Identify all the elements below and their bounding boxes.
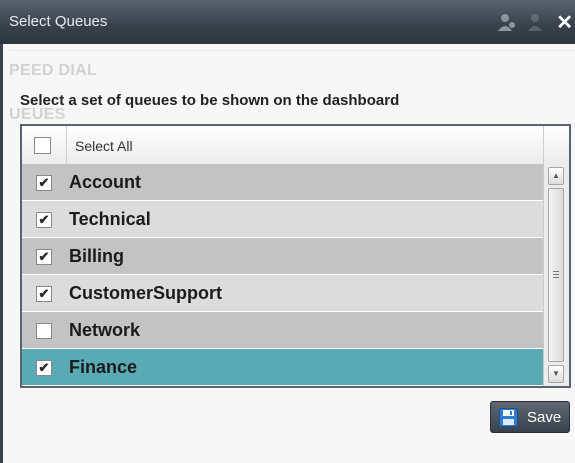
queue-checkbox[interactable] [36,323,52,339]
scrollbar-grip [553,277,559,278]
header-divider [66,126,67,164]
queue-label: CustomerSupport [69,283,222,303]
scroll-down-button[interactable]: ▼ [548,365,564,383]
scroll-up-button[interactable]: ▲ [548,167,564,185]
queue-row-account[interactable]: ✔ Account [22,164,543,201]
background-divider [9,50,575,51]
queue-row-technical[interactable]: ✔ Technical [22,201,543,238]
scrollbar-grip [553,274,559,275]
dialog-title: Select Queues [9,13,108,30]
queue-row-network[interactable]: Network [22,312,543,349]
queue-list-header: Select All [22,126,569,165]
instruction-text: Select a set of queues to be shown on th… [20,92,400,109]
select-all-checkbox[interactable] [34,137,51,154]
queue-label: Network [69,320,141,340]
queue-label: Billing [69,246,124,266]
save-button-label: Save [527,409,562,426]
person-icon-disabled [527,12,547,37]
floppy-disk-icon [499,408,518,432]
queue-label: Account [69,172,141,192]
dialog-title-bar: Select Queues ✕ [0,0,575,44]
queue-label: Finance [69,357,138,377]
queue-list-scrollbar[interactable]: ▲ ▼ [543,164,569,386]
queue-checkbox[interactable]: ✔ [36,249,52,265]
scrollbar-grip [553,271,559,272]
queue-row-billing[interactable]: ✔ Billing [22,238,543,275]
queue-row-customersupport[interactable]: ✔ CustomerSupport [22,275,543,312]
close-icon[interactable]: ✕ [556,10,573,35]
queue-checkbox[interactable]: ✔ [36,212,52,228]
queue-checkbox[interactable]: ✔ [36,360,52,376]
background-speed-dial-label: PEED DIAL [9,62,98,79]
select-all-label: Select All [75,138,133,154]
save-button[interactable]: Save [490,401,570,433]
person-icon[interactable] [497,12,517,37]
queue-list: Select All ✔ Account ✔ Technical ✔ Billi… [20,124,571,388]
header-divider [543,126,544,164]
queue-label: Technical [69,209,151,229]
queue-checkbox[interactable]: ✔ [36,286,52,302]
queue-row-finance[interactable]: ✔ Finance [22,349,543,386]
queue-checkbox[interactable]: ✔ [36,175,52,191]
dialog-left-edge [0,44,3,463]
scrollbar-thumb[interactable] [548,188,564,362]
